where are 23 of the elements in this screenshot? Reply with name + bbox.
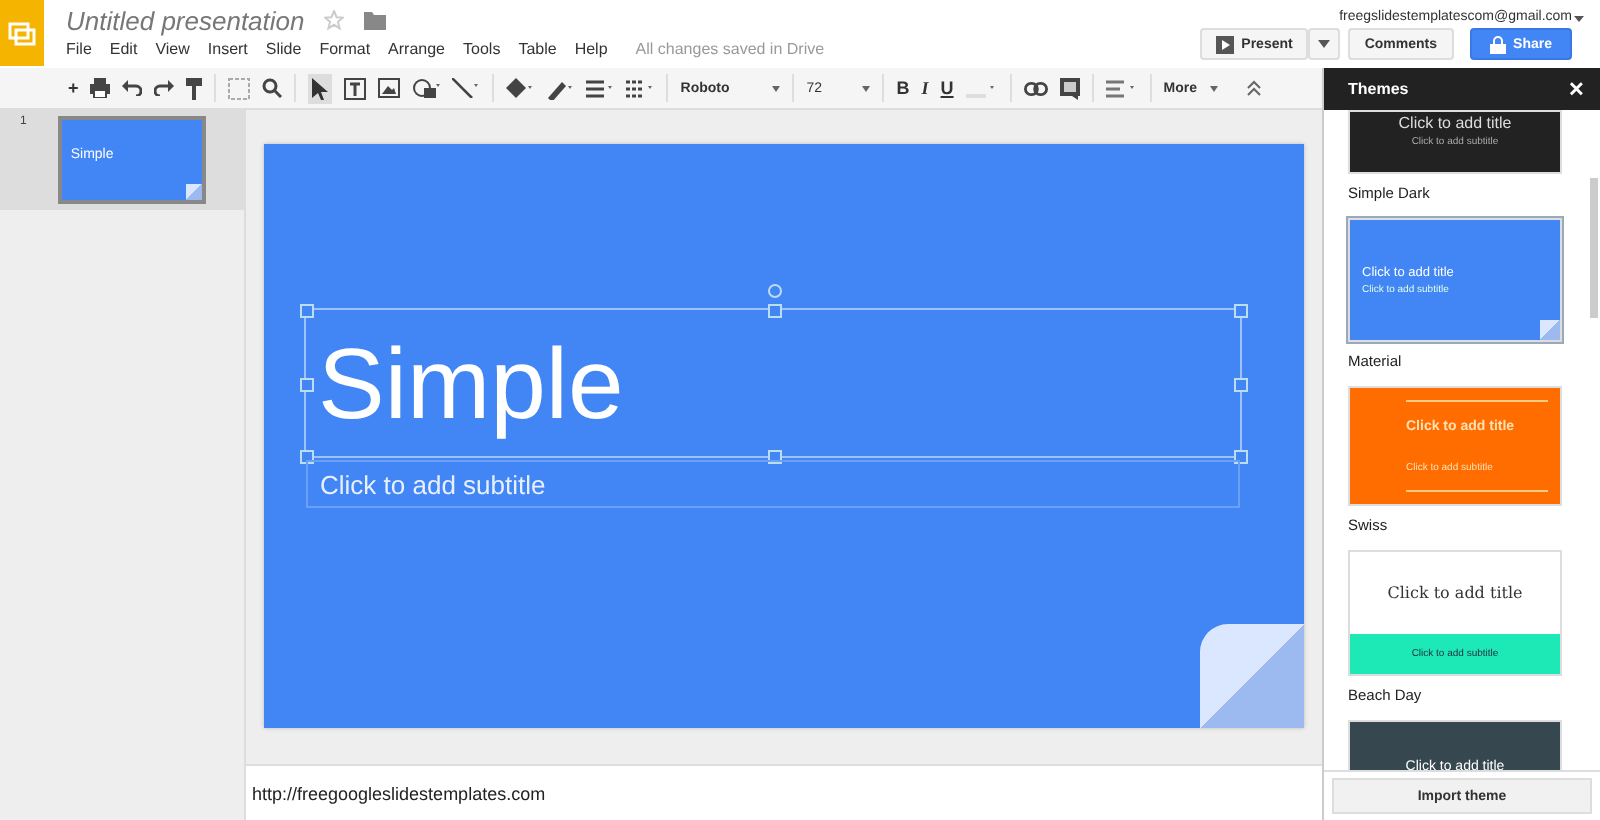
new-slide-button[interactable]: +: [68, 78, 79, 98]
document-title[interactable]: Untitled presentation: [66, 5, 305, 35]
menu-item[interactable]: Insert: [207, 40, 248, 58]
menu-item[interactable]: View: [155, 40, 190, 58]
save-status: All changes saved in Drive: [635, 40, 825, 58]
preview-title: Click to add title: [1398, 114, 1512, 132]
menu-item[interactable]: Format: [319, 40, 371, 58]
menu-item[interactable]: Edit: [109, 40, 138, 58]
menu-item[interactable]: Table: [518, 40, 557, 58]
underline-button[interactable]: U: [940, 78, 954, 98]
speaker-notes[interactable]: http://freegoogleslidestemplates.com: [252, 783, 546, 803]
preview-title: Click to add title: [1387, 584, 1523, 602]
menu-item[interactable]: Tools: [463, 40, 501, 58]
menu-item[interactable]: Help: [574, 40, 608, 58]
slide-title[interactable]: Simple: [318, 325, 624, 441]
slide-canvas[interactable]: Simple Click to add subtitle: [264, 144, 1304, 728]
italic-button[interactable]: I: [921, 78, 929, 98]
menu-item[interactable]: Slide: [265, 40, 302, 58]
panel-title: Themes: [1348, 80, 1409, 98]
bold-button[interactable]: B: [896, 78, 910, 98]
menu-item[interactable]: Arrange: [388, 40, 446, 58]
close-button[interactable]: ✕: [1568, 77, 1584, 101]
menu-item[interactable]: File: [66, 40, 92, 58]
